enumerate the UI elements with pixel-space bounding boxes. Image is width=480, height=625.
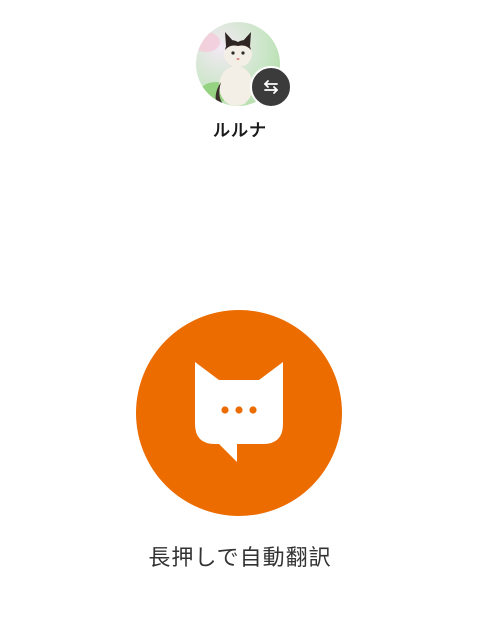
switch-arrows-icon [264,80,278,94]
profile-header: ルルナ [0,22,480,141]
auto-translate-button[interactable] [136,310,342,516]
cat-chat-bubble-icon [195,362,283,462]
translate-screen: ルルナ 長押しで自動翻訳 [0,0,480,625]
profile-name: ルルナ [213,121,267,141]
avatar-container[interactable] [196,22,292,110]
long-press-hint: 長押しで自動翻訳 [148,546,332,571]
switch-profile-button[interactable] [250,66,292,108]
